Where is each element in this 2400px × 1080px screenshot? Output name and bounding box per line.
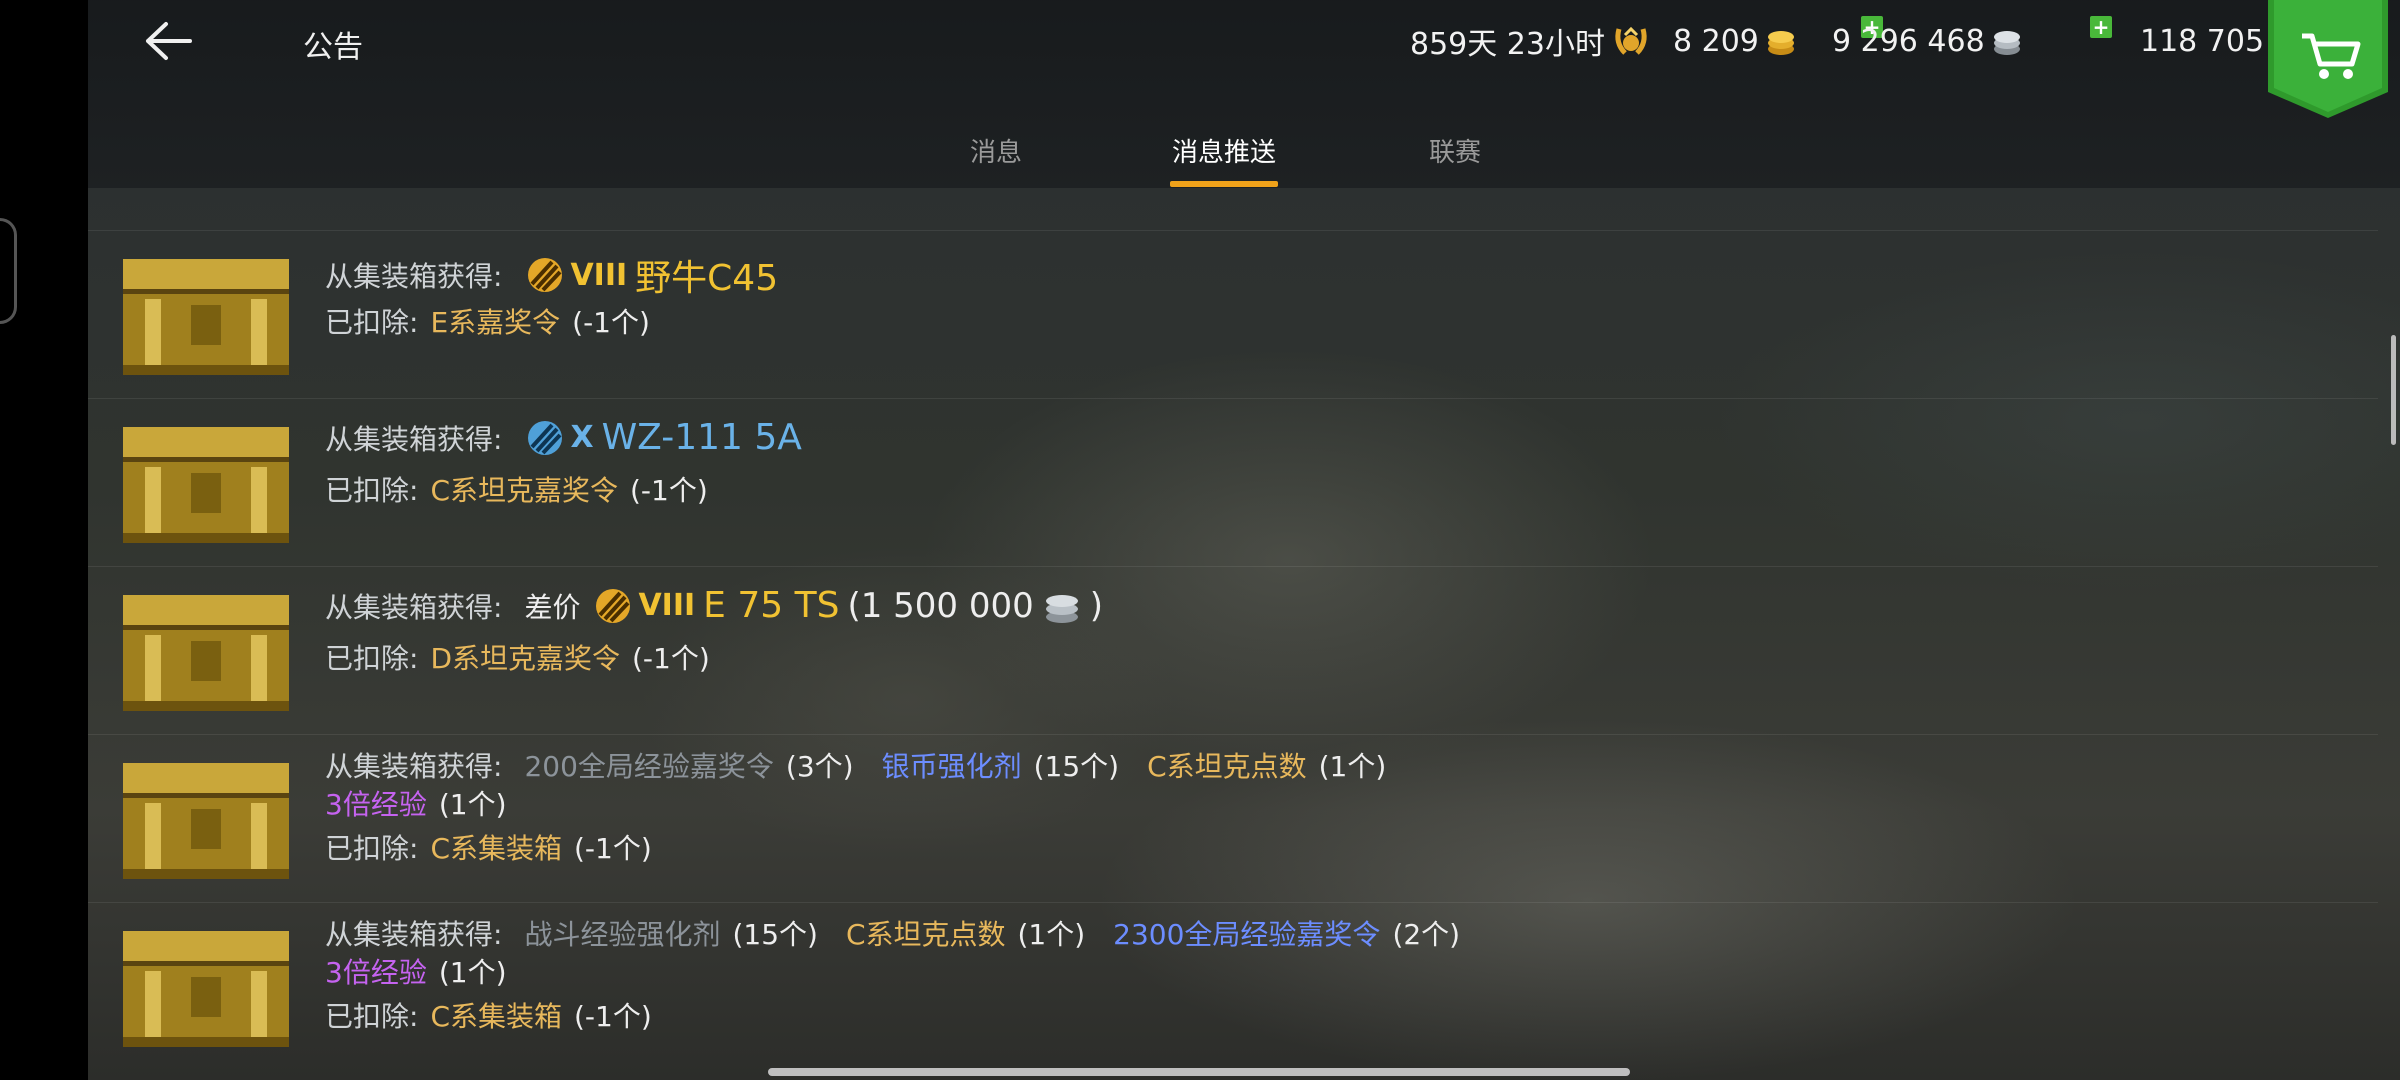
crate-icon (123, 931, 289, 1047)
vertical-scrollbar[interactable] (2391, 335, 2396, 445)
deducted-qty: (-1个) (632, 642, 710, 675)
message-list[interactable]: 从集装箱获得: VIII 野牛C45 已扣除: E系嘉奖令 (-1个) 从集装箱… (88, 188, 2400, 1080)
reward-name: 3倍经验 (325, 788, 427, 821)
tab-messages[interactable]: 消息 (970, 132, 1022, 169)
deducted-label: 已扣除: (325, 832, 419, 865)
deducted-label: 已扣除: (325, 474, 419, 507)
deducted-label: 已扣除: (325, 306, 419, 339)
reward-qty: (1个) (438, 788, 507, 821)
list-item[interactable]: 从集装箱获得: 战斗经验强化剂 (15个) C系坦克点数 (1个) 2300全局… (88, 902, 2378, 1071)
top-bar: 公告 859天 23小时 8 209 + 9 296 468 + 118 705… (88, 0, 2400, 188)
tank-name[interactable]: E 75 TS (703, 585, 839, 626)
tab-push-messages[interactable]: 消息推送 (1172, 132, 1276, 169)
reward-qty: (1个) (438, 956, 507, 989)
obtained-label: 从集装箱获得: (325, 750, 503, 783)
gold-coins-icon (1767, 31, 1794, 55)
active-tab-indicator (1170, 181, 1278, 187)
deducted-item: D系坦克嘉奖令 (430, 642, 620, 675)
deducted-label: 已扣除: (325, 1000, 419, 1033)
tank-name[interactable]: WZ-111 5A (602, 417, 802, 458)
reward-qty: (3个) (785, 750, 854, 783)
page-title: 公告 (303, 30, 363, 65)
crate-icon (123, 427, 289, 543)
credits-value: 9 296 468 (1832, 23, 1985, 59)
add-credits-button[interactable]: + (2090, 16, 2112, 38)
tank-name[interactable]: 野牛C45 (635, 249, 778, 301)
cart-icon[interactable] (2268, 0, 2388, 118)
list-item[interactable]: 从集装箱获得: 差价 VIII E 75 TS (1 500 000 ) 已扣除… (88, 566, 2378, 735)
premium-time-display[interactable]: 859天 23小时 (1410, 20, 1651, 62)
deducted-item: C系集装箱 (430, 1000, 562, 1033)
gold-display[interactable]: 8 209 + (1673, 16, 1883, 62)
reward-name: 2300全局经验嘉奖令 (1113, 918, 1381, 951)
premium-laurel-icon (1615, 26, 1647, 55)
tab-league[interactable]: 联赛 (1429, 132, 1481, 169)
premium-time-value: 859天 23小时 (1410, 27, 1605, 62)
horizontal-scrollbar[interactable] (768, 1068, 1630, 1076)
crate-icon (123, 259, 289, 375)
deducted-item: E系嘉奖令 (430, 306, 561, 339)
reward-qty: (1个) (1318, 750, 1387, 783)
tank-tier: VIII (638, 588, 696, 623)
reward-name: 战斗经验强化剂 (524, 918, 721, 951)
compensation-amount: (1 500 000 (847, 585, 1034, 626)
deducted-qty: (-1个) (574, 832, 652, 865)
credits-display[interactable]: 9 296 468 + (1832, 16, 2112, 62)
tank-tier: X (570, 420, 594, 455)
reward-name: 银币强化剂 (881, 750, 1022, 783)
gold-value: 8 209 (1673, 23, 1759, 59)
obtained-label: 从集装箱获得: (325, 422, 503, 456)
diff-label: 差价 (524, 590, 581, 624)
compensation-close: ) (1089, 585, 1104, 626)
obtained-label: 从集装箱获得: (325, 590, 503, 624)
deducted-qty: (-1个) (572, 306, 650, 339)
list-item[interactable]: 从集装箱获得: X WZ-111 5A 已扣除: C系坦克嘉奖令 (-1个) (88, 398, 2378, 567)
premium-tank-badge-icon (596, 588, 631, 623)
deducted-item: C系集装箱 (430, 832, 562, 865)
reward-name: 3倍经验 (325, 956, 427, 989)
list-item[interactable]: 从集装箱获得: 200全局经验嘉奖令 (3个) 银币强化剂 (15个) C系坦克… (88, 734, 2378, 903)
reward-name: C系坦克点数 (1147, 750, 1307, 783)
obtained-label: 从集装箱获得: (325, 260, 503, 293)
premium-tank-badge-icon (528, 258, 563, 292)
reward-qty: (15个) (1033, 750, 1120, 783)
deducted-item: C系坦克嘉奖令 (430, 474, 618, 507)
tech-tree-tank-badge-icon (528, 420, 563, 455)
list-item[interactable]: 从集装箱获得: VIII 野牛C45 已扣除: E系嘉奖令 (-1个) (88, 230, 2378, 399)
deducted-qty: (-1个) (574, 1000, 652, 1033)
phone-edge-notch (0, 218, 17, 324)
reward-qty: (1个) (1017, 918, 1086, 951)
reward-qty: (15个) (732, 918, 818, 951)
deducted-label: 已扣除: (325, 642, 419, 675)
free-xp-value: 118 705 (2140, 23, 2265, 59)
obtained-label: 从集装箱获得: (325, 918, 503, 951)
reward-name: C系坦克点数 (845, 918, 1006, 951)
crate-icon (123, 595, 289, 711)
reward-name: 200全局经验嘉奖令 (524, 750, 774, 783)
silver-coins-icon (1993, 31, 2020, 55)
app-screen: 从集装箱获得: VIII 野牛C45 已扣除: E系嘉奖令 (-1个) 从集装箱… (88, 0, 2400, 1080)
tank-tier: VIII (570, 257, 628, 293)
silver-coin-stack-icon (1045, 594, 1078, 623)
reward-qty: (2个) (1392, 918, 1461, 951)
back-arrow-icon[interactable] (138, 18, 198, 64)
deducted-qty: (-1个) (630, 474, 708, 507)
crate-icon (123, 763, 289, 879)
